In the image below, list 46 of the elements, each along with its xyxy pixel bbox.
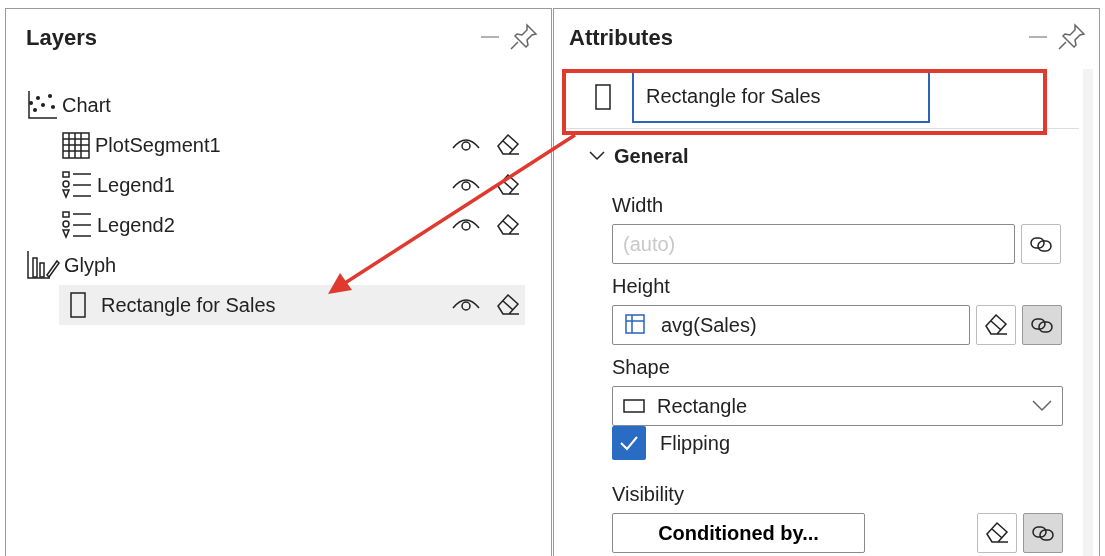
pin-icon[interactable] [509,22,539,52]
eraser-icon [984,520,1010,546]
eraser-icon[interactable] [495,292,521,318]
checkbox[interactable] [612,426,646,460]
shape-dropdown[interactable]: Rectangle [612,386,1063,426]
link-button[interactable] [1023,513,1063,553]
expression-field[interactable]: avg(Sales) [612,305,970,345]
section-header[interactable]: General [614,141,689,171]
link-button[interactable] [1022,305,1062,345]
legend-list-icon [61,210,93,240]
field-label: Visibility [612,482,684,507]
eraser-icon [983,312,1009,338]
clear-button[interactable] [976,305,1016,345]
field-label: Shape [612,355,670,380]
bar-glyph-icon [26,249,60,281]
eraser-icon[interactable] [495,132,521,158]
scatter-chart-icon [26,89,58,121]
conditioned-button[interactable]: Conditioned by... [612,513,865,553]
field-label: Height [612,274,670,299]
name-field[interactable]: Rectangle for Sales [632,70,930,123]
clear-button[interactable] [977,513,1017,553]
panel-title: Attributes [569,23,673,52]
tree-item[interactable]: PlotSegment1 [59,125,525,165]
chevron-icon[interactable] [588,150,606,162]
rectangle-icon [623,399,645,413]
check-icon [619,435,639,451]
link-button[interactable] [1021,224,1061,264]
tree-item[interactable]: Legend1 [59,165,525,205]
tree-item[interactable]: Legend2 [59,205,525,245]
link-icon [1029,234,1053,254]
link-icon [1031,523,1055,543]
grid-icon [61,130,91,160]
checkbox-label: Flipping [660,431,731,456]
tree-item[interactable]: Rectangle for Sales [59,285,525,325]
tree-item[interactable]: Glyph [26,245,551,285]
rectangle-icon [69,291,87,319]
pin-icon[interactable] [1057,22,1087,52]
tree-item[interactable]: Chart [26,85,551,125]
link-icon [1030,315,1054,335]
chevron-down-icon [1032,400,1052,412]
eraser-icon[interactable] [495,212,521,238]
panel-title: Layers [26,23,97,52]
rectangle-icon [594,82,612,111]
field-label: Width [612,193,664,218]
eraser-icon[interactable] [495,172,521,198]
legend-list-icon [61,170,93,200]
